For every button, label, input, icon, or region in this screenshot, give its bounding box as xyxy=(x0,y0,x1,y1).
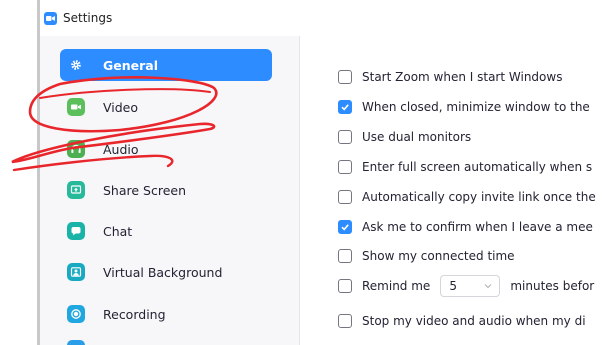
select-value: 5 xyxy=(449,279,457,293)
general-settings-panel: Start Zoom when I start Windows When clo… xyxy=(300,36,604,345)
option-label: Start Zoom when I start Windows xyxy=(362,70,563,84)
window-title: Settings xyxy=(63,11,113,25)
checkbox-checked[interactable] xyxy=(338,220,352,234)
option-confirm-leave[interactable]: Ask me to confirm when I leave a mee xyxy=(338,217,593,237)
option-label: Stop my video and audio when my di xyxy=(362,314,586,328)
option-label: minutes befor xyxy=(510,279,595,293)
sidebar-item-virtual-background[interactable]: Virtual Background xyxy=(60,256,272,288)
option-minimize-on-close[interactable]: When closed, minimize window to the xyxy=(338,97,590,117)
chevron-down-icon xyxy=(484,284,492,289)
gear-icon xyxy=(67,56,85,74)
sidebar-item-label: Recording xyxy=(103,306,166,322)
virtual-background-icon xyxy=(67,263,85,281)
option-label: Remind me xyxy=(362,279,431,293)
sidebar-item-partial[interactable] xyxy=(60,340,272,345)
checkbox[interactable] xyxy=(338,249,352,263)
sidebar-item-label: Video xyxy=(103,99,139,115)
option-label: Enter full screen automatically when s xyxy=(362,160,593,174)
option-copy-invite-link[interactable]: Automatically copy invite link once the xyxy=(338,187,596,207)
sidebar-item-label: Virtual Background xyxy=(103,264,223,280)
option-label: When closed, minimize window to the xyxy=(362,100,590,114)
option-label: Use dual monitors xyxy=(362,130,472,144)
settings-window: Settings General Video Audio Share Scree… xyxy=(40,0,604,345)
record-icon xyxy=(67,305,85,323)
checkbox[interactable] xyxy=(338,70,352,84)
chat-bubble-icon xyxy=(67,222,85,240)
checkbox[interactable] xyxy=(338,130,352,144)
sidebar-item-video[interactable]: Video xyxy=(60,91,272,123)
sidebar-item-general[interactable]: General xyxy=(60,49,272,81)
headphones-icon xyxy=(67,140,85,158)
sidebar-item-chat[interactable]: Chat xyxy=(60,215,272,247)
option-auto-full-screen[interactable]: Enter full screen automatically when s xyxy=(338,157,592,177)
sidebar-item-share-screen[interactable]: Share Screen xyxy=(60,174,272,206)
partial-item-icon xyxy=(67,340,85,345)
checkbox[interactable] xyxy=(338,279,352,293)
share-screen-icon xyxy=(67,181,85,199)
title-bar: Settings xyxy=(40,0,604,36)
sidebar-item-label: Audio xyxy=(103,141,139,157)
option-label: Ask me to confirm when I leave a mee xyxy=(362,220,593,234)
background-window-strip xyxy=(0,0,38,345)
video-camera-icon xyxy=(67,98,85,116)
sidebar-item-label: General xyxy=(103,57,158,73)
checkbox[interactable] xyxy=(338,314,352,328)
option-start-with-windows[interactable]: Start Zoom when I start Windows xyxy=(338,67,562,87)
option-stop-video-audio[interactable]: Stop my video and audio when my di xyxy=(338,311,586,331)
remind-minutes-select[interactable]: 5 xyxy=(440,275,501,297)
sidebar-item-label: Chat xyxy=(103,223,133,239)
sidebar-item-label: Share Screen xyxy=(103,182,187,198)
checkbox-checked[interactable] xyxy=(338,100,352,114)
checkmark-icon xyxy=(341,104,349,111)
settings-sidebar: General Video Audio Share Screen Chat Vi… xyxy=(40,36,299,345)
sidebar-item-recording[interactable]: Recording xyxy=(60,298,272,330)
checkbox[interactable] xyxy=(338,160,352,174)
option-show-connected-time[interactable]: Show my connected time xyxy=(338,246,515,266)
sidebar-item-audio[interactable]: Audio xyxy=(60,133,272,165)
option-label: Automatically copy invite link once the xyxy=(362,190,596,204)
zoom-app-icon xyxy=(44,11,57,25)
checkmark-icon xyxy=(341,224,349,231)
option-remind-me[interactable]: Remind me 5 minutes befor xyxy=(338,275,595,297)
checkbox[interactable] xyxy=(338,190,352,204)
option-dual-monitors[interactable]: Use dual monitors xyxy=(338,127,471,147)
option-label: Show my connected time xyxy=(362,249,515,263)
